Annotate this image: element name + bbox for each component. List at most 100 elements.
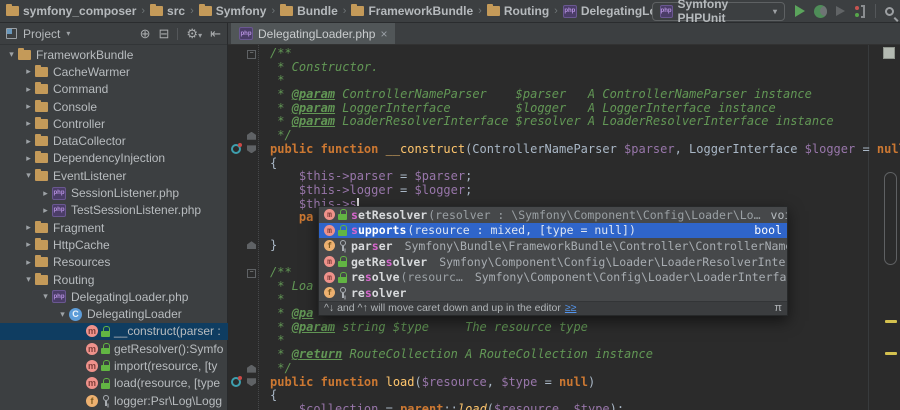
tree-item[interactable]: ▾Routing: [0, 271, 228, 288]
tree-expand-arrow[interactable]: ▾: [22, 170, 35, 181]
inspection-indicator[interactable]: [883, 47, 895, 59]
tree-item[interactable]: mload(resource, [type: [0, 375, 228, 392]
locate-file-icon[interactable]: ⊕: [140, 26, 151, 42]
tree-expand-arrow[interactable]: ▸: [22, 239, 35, 250]
tree-expand-arrow[interactable]: ▾: [5, 49, 18, 60]
breadcrumb-item[interactable]: FrameworkBundle: [351, 4, 473, 18]
code-token: @param: [292, 102, 335, 115]
tree-expand-arrow[interactable]: ▾: [22, 274, 35, 285]
tree-item[interactable]: ▸DependencyInjection: [0, 150, 228, 167]
php-file-icon: php: [563, 5, 577, 18]
tab-delegatingloader[interactable]: php DelegatingLoader.php ×: [231, 23, 395, 44]
run-button[interactable]: [795, 5, 805, 17]
breadcrumb-label: FrameworkBundle: [368, 4, 473, 18]
completion-hint-link[interactable]: ≥≥: [565, 302, 577, 314]
override-marker-icon[interactable]: [231, 377, 241, 387]
breadcrumb-item[interactable]: Bundle: [280, 4, 338, 18]
tree-item[interactable]: m__construct(parser :: [0, 323, 228, 340]
breadcrumb-item[interactable]: Symfony: [199, 4, 267, 18]
tree-expand-arrow[interactable]: ▸: [22, 222, 35, 233]
completion-name: setResolver: [351, 208, 427, 222]
code-token: [270, 170, 299, 183]
tree-expand-arrow[interactable]: ▸: [39, 205, 52, 216]
breadcrumb-item[interactable]: src: [150, 4, 185, 18]
tree-item[interactable]: ▾CDelegatingLoader: [0, 305, 228, 322]
tree-expand-arrow[interactable]: ▾: [56, 309, 69, 320]
completion-item[interactable]: fparserSymfony\Bundle\FrameworkBundle\Co…: [319, 238, 787, 254]
listen-debug-connections-icon[interactable]: [854, 5, 866, 18]
code-line: */: [270, 362, 900, 376]
chevron-down-icon[interactable]: ▾: [66, 29, 70, 38]
override-marker-icon[interactable]: [231, 144, 241, 154]
tree-item[interactable]: ▸phpTestSessionListener.php: [0, 202, 228, 219]
tree-item[interactable]: mimport(resource, [ty: [0, 357, 228, 374]
tree-item[interactable]: ▾EventListener: [0, 167, 228, 184]
warning-stripe-mark[interactable]: [885, 320, 897, 323]
tree-item[interactable]: ▸ Console: [0, 98, 228, 115]
run-configuration-label: Symfony PHPUnit: [678, 0, 768, 25]
completion-item[interactable]: msetResolver(resolver : \Symfony\Compone…: [319, 207, 787, 223]
collapse-all-icon[interactable]: ⊟: [159, 26, 170, 42]
fold-marker-icon[interactable]: [247, 241, 256, 249]
code-token: $this->parser: [299, 170, 393, 183]
warning-stripe-mark[interactable]: [885, 352, 897, 355]
tree-item-label: Fragment: [53, 221, 104, 235]
search-icon[interactable]: [885, 7, 894, 16]
breadcrumb-item[interactable]: phpDelegatingLoader.php: [563, 4, 652, 18]
code-token: $resource: [494, 403, 559, 410]
completion-item[interactable]: mgetResolverSymfony\Component\Config\Loa…: [319, 254, 787, 270]
tree-item[interactable]: ▸phpSessionListener.php: [0, 184, 228, 201]
completion-params: (resourc…: [401, 270, 463, 284]
code-line: * @param ControllerNameParser $parser A …: [270, 88, 900, 102]
breadcrumb-item[interactable]: symfony_composer: [6, 4, 136, 18]
tree-item[interactable]: ▸Resources: [0, 254, 228, 271]
tree-item[interactable]: ▸ Controller: [0, 115, 228, 132]
completion-sort-icon[interactable]: π: [774, 302, 782, 314]
project-panel-title[interactable]: Project: [23, 27, 60, 41]
tree-item[interactable]: ▸ Fragment: [0, 219, 228, 236]
tree-item-label: Console: [53, 100, 97, 114]
fold-marker-icon[interactable]: −: [247, 50, 256, 59]
tree-expand-arrow[interactable]: ▸: [22, 136, 35, 147]
hide-panel-icon[interactable]: ⇤: [210, 26, 221, 42]
tree-item[interactable]: ▸CacheWarmer: [0, 63, 228, 80]
breadcrumb-label: Bundle: [297, 4, 338, 18]
tree-expand-arrow[interactable]: ▸: [22, 257, 35, 268]
tree-expand-arrow[interactable]: ▸: [22, 66, 35, 77]
completion-hint-text: ^↓ and ^↑ will move caret down and up in…: [324, 302, 561, 314]
debug-button[interactable]: [814, 5, 827, 18]
fold-marker-icon[interactable]: [247, 365, 256, 373]
tree-expand-arrow[interactable]: ▾: [39, 291, 52, 302]
tree-item[interactable]: ▸ Command: [0, 81, 228, 98]
tree-item[interactable]: mgetResolver():Symfo: [0, 340, 228, 357]
tree-item[interactable]: ▸DataCollector: [0, 132, 228, 149]
breadcrumb-label: symfony_composer: [23, 4, 136, 18]
tree-expand-arrow[interactable]: ▸: [22, 84, 35, 95]
gear-icon[interactable]: ⚙▾: [186, 26, 202, 42]
completion-item[interactable]: mresolve(resourc…Symfony\Component\Confi…: [319, 269, 787, 285]
completion-item[interactable]: msupports(resource : mixed, [type = null…: [319, 223, 787, 239]
tree-expand-arrow[interactable]: ▸: [39, 188, 52, 199]
fold-marker-icon[interactable]: [247, 378, 256, 386]
tree-item-label: Controller: [53, 117, 105, 131]
tree-item[interactable]: ▾FrameworkBundle: [0, 46, 228, 63]
tree-item[interactable]: ▾phpDelegatingLoader.php: [0, 288, 228, 305]
tree-item-label: Command: [53, 82, 108, 96]
tree-expand-arrow[interactable]: ▸: [22, 101, 35, 112]
close-icon[interactable]: ×: [380, 28, 387, 40]
run-configuration-select[interactable]: php Symfony PHPUnit ▾: [652, 2, 785, 21]
breadcrumb-item[interactable]: Routing: [487, 4, 549, 18]
run-with-coverage-icon[interactable]: [836, 6, 845, 16]
completion-item[interactable]: fresolver: [319, 285, 787, 301]
class-icon: C: [69, 308, 82, 321]
scrollbar-thumb[interactable]: [884, 172, 897, 265]
tree-item[interactable]: ▸HttpCache: [0, 236, 228, 253]
tree-expand-arrow[interactable]: ▸: [22, 118, 35, 129]
fold-marker-icon[interactable]: −: [247, 269, 256, 278]
tree-expand-arrow[interactable]: ▸: [22, 153, 35, 164]
fold-marker-icon[interactable]: [247, 145, 256, 153]
project-tree[interactable]: ▾FrameworkBundle▸CacheWarmer▸Command▸Con…: [0, 46, 228, 410]
code-line: $collection = parent::load($resource, $t…: [270, 403, 900, 410]
tree-item[interactable]: flogger:Psr\Log\Logg: [0, 392, 228, 409]
fold-marker-icon[interactable]: [247, 132, 256, 140]
